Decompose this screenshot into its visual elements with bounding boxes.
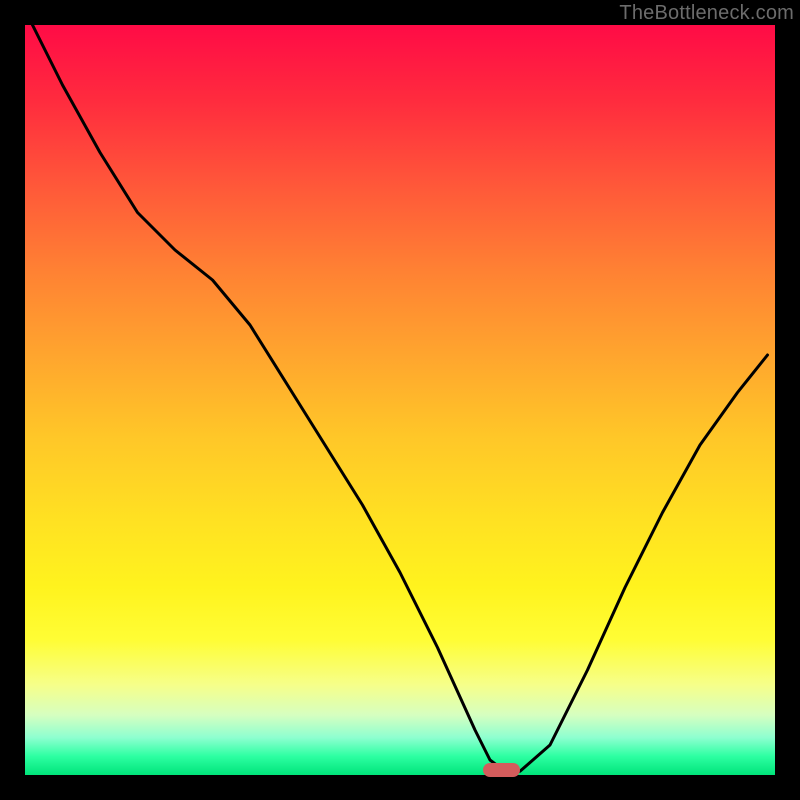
plot-area <box>25 25 775 775</box>
optimal-marker <box>483 763 521 777</box>
chart-frame: TheBottleneck.com <box>0 0 800 800</box>
watermark-label: TheBottleneck.com <box>619 2 794 25</box>
bottleneck-curve <box>25 25 775 775</box>
